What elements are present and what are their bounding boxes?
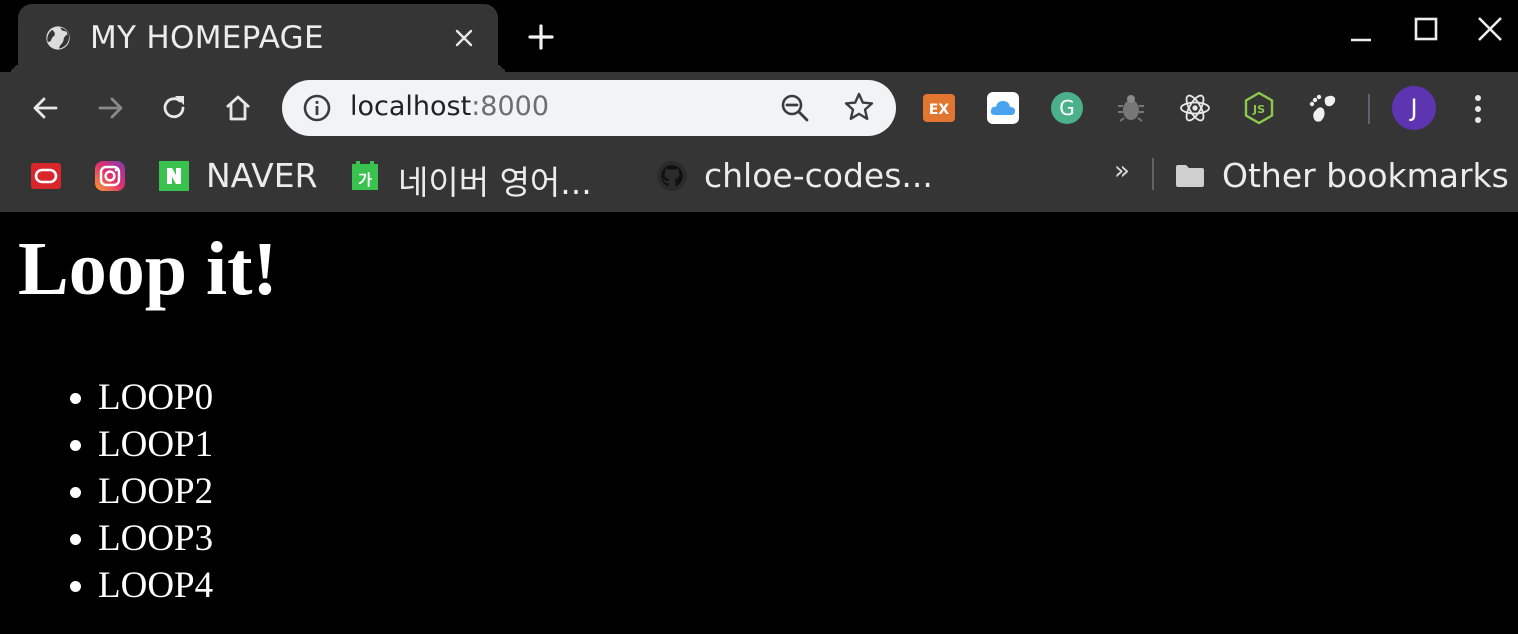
menu-dots-icon[interactable] [1470,92,1486,126]
cloud-extension-icon[interactable] [986,91,1020,125]
forward-arrow-icon[interactable] [94,92,126,124]
gnome-extension-icon[interactable] [1306,91,1340,125]
home-icon[interactable] [222,92,254,124]
ex-extension-icon[interactable]: EX [922,91,956,125]
minimize-icon[interactable] [1346,14,1376,44]
list-item: LOOP1 [98,421,213,468]
bookmarks-bar: NAVER 가 네이버 영어... chloe-codes... » Other… [0,144,1518,212]
address-url[interactable]: localhost:8000 [350,91,549,122]
site-info-icon[interactable] [302,93,332,123]
react-devtools-icon[interactable] [1178,91,1212,125]
loop-list: LOOP0 LOOP1 LOOP2 LOOP3 LOOP4 [0,374,213,609]
url-port: :8000 [471,91,550,122]
browser-tab-active[interactable]: MY HOMEPAGE [18,4,498,72]
back-arrow-icon[interactable] [30,92,62,124]
title-bar: MY HOMEPAGE [0,0,1518,72]
other-bookmarks-folder[interactable]: Other bookmarks [1174,156,1509,195]
bookmark-github[interactable]: chloe-codes... [656,156,936,195]
svg-text:G: G [1059,96,1075,120]
other-bookmarks-label: Other bookmarks [1222,156,1509,195]
github-icon [657,161,687,191]
page-heading: Loop it! [18,227,278,311]
profile-avatar[interactable]: J [1392,86,1436,130]
grammarly-extension-icon[interactable]: G [1050,91,1084,125]
url-host: localhost [350,91,472,122]
tab-title: MY HOMEPAGE [90,20,324,56]
bookmark-label: NAVER [206,156,318,195]
bookmark-naver-dictionary[interactable]: 가 네이버 영어... [350,158,610,202]
address-bar[interactable]: localhost:8000 [282,80,896,136]
naver-icon [159,161,189,191]
browser-toolbar: localhost:8000 EX G JS J [0,72,1518,144]
nodejs-icon[interactable]: JS [1242,91,1276,125]
svg-text:JS: JS [1252,103,1265,116]
instagram-icon [95,161,125,191]
globe-icon [46,26,70,50]
bookmarks-overflow-chevron[interactable]: » [1114,156,1130,186]
page-content: Loop it! LOOP0 LOOP1 LOOP2 LOOP3 LOOP4 [0,212,1518,634]
naver-dictionary-icon: 가 [352,161,378,190]
bookmark-star-icon[interactable] [843,91,875,123]
list-item: LOOP0 [98,374,213,421]
window-close-icon[interactable] [1475,14,1505,44]
svg-text:EX: EX [929,102,950,118]
bookmarks-divider [1152,158,1154,190]
svg-text:가: 가 [358,171,372,189]
maximize-icon[interactable] [1411,14,1441,44]
oracle-icon [31,163,61,189]
list-item: LOOP2 [98,468,213,515]
bookmark-instagram[interactable] [94,158,128,192]
bookmark-oracle[interactable] [30,158,64,192]
folder-icon [1176,165,1204,187]
toolbar-divider [1368,94,1370,124]
bookmark-naver[interactable]: NAVER [158,156,328,195]
reload-icon[interactable] [158,92,190,124]
bookmark-label: 네이버 영어... [398,163,592,202]
list-item: LOOP4 [98,562,213,609]
zoom-out-icon[interactable] [779,92,811,124]
tab-close-icon[interactable] [452,26,476,50]
list-item: LOOP3 [98,515,213,562]
bookmark-label: chloe-codes... [704,156,933,195]
new-tab-icon[interactable] [526,22,556,52]
bug-extension-icon[interactable] [1114,91,1148,125]
